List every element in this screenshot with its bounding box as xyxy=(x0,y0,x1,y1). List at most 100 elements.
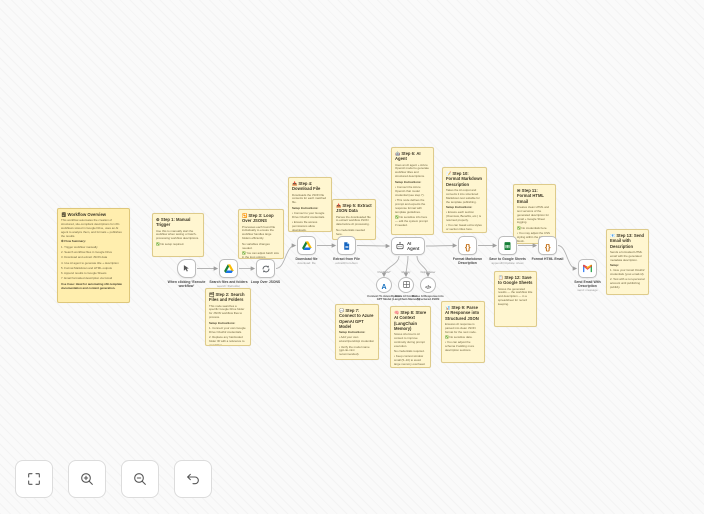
sticky-text-line: • Connect to your Google Drive OAuth2 cr… xyxy=(292,210,325,219)
sticky-text-line: • Ensure file access permissions allow d… xyxy=(292,220,318,232)
sticky-text-line: 7. Email formatted description via Gmail xyxy=(61,276,113,281)
node-box xyxy=(498,236,517,255)
subnode-azure-model[interactable]: A Chat Model* Connect To AzureOpenAi GPT M… xyxy=(367,271,401,301)
sticky-text-line: • This node defines the prompt and expec… xyxy=(395,198,426,214)
node-sheets[interactable]: Save to Google Sheets appendOrUpdate: she… xyxy=(489,236,526,264)
output-parser-icon: </> xyxy=(425,285,431,291)
google-sheets-icon xyxy=(503,241,512,251)
sticky-note-step9[interactable]: 📊 Step 9: Parse AI Response into Structu… xyxy=(441,301,485,363)
gmail-icon xyxy=(582,264,593,273)
subnode-circle xyxy=(398,277,414,293)
subnode-memory[interactable]: Memory Store AI Context (LangChain Memory… xyxy=(392,271,420,301)
canvas-toolbar xyxy=(15,460,212,498)
sticky-note-step3[interactable]: 🔁 Step 3: Loop Over JSONS Processes each … xyxy=(238,209,284,259)
sticky-title: 📥 Step 4: Download File xyxy=(292,181,321,192)
sticky-title: 🗂 Step 2: Search Files and Folders xyxy=(209,292,245,303)
sticky-text-line: • You can tweak extra styles or section … xyxy=(446,223,482,232)
zoom-in-icon xyxy=(81,473,93,485)
node-subtitle: send: message xyxy=(577,287,598,292)
sticky-text-line: Takes the AI output and converts it into… xyxy=(446,187,480,204)
workflow-canvas[interactable]: 🗒 Workflow Overview This workflow automat… xyxy=(0,0,704,514)
node-label: Loop Over JSONS xyxy=(250,280,281,284)
node-trigger[interactable]: When clicking ‘Execute workflow’ xyxy=(168,259,205,288)
sticky-note-step7[interactable]: 💬 Step 7: Connect to Azure OpenAI GPT Mo… xyxy=(335,304,379,360)
sticky-note-step2[interactable]: 🗂 Step 2: Search Files and Folders This n… xyxy=(205,288,251,346)
code-braces-icon: {} xyxy=(544,242,551,252)
node-label: Format Markdown Description xyxy=(452,257,483,266)
subnode-circle: A xyxy=(376,277,392,293)
sticky-text-line: Stores the generated results — the workf… xyxy=(498,286,533,307)
sticky-title: 🔁 Step 3: Loop Over JSONS xyxy=(242,213,274,224)
memory-icon xyxy=(402,276,411,294)
sticky-note-step13[interactable]: 📧 Step 13: Send Email with Description Se… xyxy=(606,229,649,295)
sticky-text-line: Ensures AI response is parsed into clean… xyxy=(445,321,477,334)
node-box: {} xyxy=(458,236,477,255)
node-label: When clicking ‘Execute workflow’ xyxy=(167,280,206,289)
zoom-out-icon xyxy=(134,473,146,485)
sticky-title: 📤 Step 5: Extract JSON Data xyxy=(336,203,372,214)
zoom-out-button[interactable] xyxy=(121,460,159,498)
sticky-note-step4[interactable]: 📥 Step 4: Download File Downloads the JSO… xyxy=(288,177,332,232)
node-label: Download file download: file xyxy=(286,257,328,265)
sticky-title: 📝 Step 10: Format Markdown Description xyxy=(446,171,483,187)
sticky-note-step5[interactable]: 📤 Step 5: Extract JSON Data Parses the do… xyxy=(332,199,376,240)
sticky-text-line: Sends a formatted HTML email with the ge… xyxy=(610,249,643,262)
undo-arrow-icon xyxy=(187,473,199,485)
subnode-circle: </> xyxy=(420,277,436,293)
node-gmail[interactable]: Send Email With Description send: message xyxy=(574,259,601,291)
node-label: Extract from File extractFromJson xyxy=(326,257,368,265)
sticky-text-line: 1. Give your Gmail OAuth2 credentials (y… xyxy=(610,268,645,277)
zoom-to-fit-button[interactable] xyxy=(15,460,53,498)
node-subtitle: download: file xyxy=(297,260,316,265)
sticky-text-line: 4. Use AI agent to generate title + desc… xyxy=(61,260,119,265)
sticky-text-line: • Verify the model name (gpt-4o-mini rec… xyxy=(339,344,370,357)
sticky-note-step6[interactable]: 🤖 Step 6: AI Agent Uses an AI agent + Azu… xyxy=(391,147,434,235)
node-html[interactable]: {} Format HTML Email xyxy=(532,236,563,261)
sticky-title: 📋 Step 12: Save to Google Sheets xyxy=(498,275,533,286)
node-download[interactable]: Download file download: file xyxy=(295,236,318,264)
node-box xyxy=(219,259,238,278)
sticky-text-line: Stores short-term AI context to improve … xyxy=(394,332,425,348)
sticky-note-overview[interactable]: 🗒 Workflow Overview This workflow automat… xyxy=(57,208,130,303)
sticky-note-step10[interactable]: 📝 Step 10: Format Markdown Description Ta… xyxy=(442,167,487,233)
sticky-title: 🧠 Step 8: Store AI Context (LangChain Me… xyxy=(394,310,427,331)
sticky-text-line: Setup Instructions: xyxy=(292,205,319,210)
sticky-text-line: • You can adjust the schema if adding mo… xyxy=(445,340,475,353)
sticky-title: 💬 Step 7: Connect to Azure OpenAI GPT Mo… xyxy=(339,308,374,329)
node-search[interactable]: Search files and folders search: fileFold… xyxy=(209,259,248,287)
sticky-text-line: 2. Test with a non-personal account unti… xyxy=(610,277,645,290)
node-loop[interactable]: Loop Over JSONS xyxy=(251,259,280,284)
node-box: AI Agent xyxy=(391,237,425,255)
subnode-output-parser[interactable]: </> Output Parser Parse AI Response into S… xyxy=(412,271,443,301)
robot-icon xyxy=(395,241,405,251)
sticky-text-line: 1. Connect your own Google Drive OAuth2 … xyxy=(209,325,246,334)
sticky-text-line: ✅ No setup required. xyxy=(156,241,185,246)
sticky-note-step8[interactable]: 🧠 Step 8: Store AI Context (LangChain Me… xyxy=(390,306,431,368)
sticky-text-line: 3. Download and extract JSON data xyxy=(61,255,108,260)
sticky-text-line: No variables changes needed. xyxy=(242,241,270,250)
node-label: Send Email With Description send: message xyxy=(567,280,609,292)
node-label: Save to Google Sheets appendOrUpdate: she… xyxy=(487,257,529,265)
sticky-text-line: ⚙ Flow Summary: xyxy=(61,239,86,244)
sticky-title: 📊 Step 9: Parse AI Response into Structu… xyxy=(445,305,480,321)
node-box xyxy=(578,259,597,278)
sticky-text-line: This node searches a specific Google Dri… xyxy=(209,303,245,320)
node-markdown[interactable]: {} Format Markdown Description xyxy=(453,236,482,265)
subnode-label: Parse AI Response into Structured JSON xyxy=(412,294,444,302)
sticky-note-step11[interactable]: ✉ Step 11: Format HTML Email Creates clea… xyxy=(513,184,556,244)
sticky-title: ⚙ Step 1: Manual Trigger xyxy=(156,217,191,228)
node-box xyxy=(177,259,196,278)
reset-zoom-button[interactable] xyxy=(174,460,212,498)
loop-icon xyxy=(261,264,271,274)
sticky-text-line: Use Case: Ideal for automating n8n templ… xyxy=(61,281,123,290)
node-box xyxy=(256,259,275,278)
zoom-in-button[interactable] xyxy=(68,460,106,498)
node-agent[interactable]: AI Agent xyxy=(391,237,425,255)
sticky-title: 🤖 Step 6: AI Agent xyxy=(395,151,421,162)
code-braces-icon: {} xyxy=(464,242,471,252)
node-extract[interactable]: Extract from File extractFromJson xyxy=(333,236,360,264)
sticky-text-line: 2. Replace any hardcoded folder ID with … xyxy=(209,335,245,346)
sticky-note-step12[interactable]: 📋 Step 12: Save to Google Sheets Stores t… xyxy=(494,271,537,327)
sticky-text-line: 1. Trigger workflow manually xyxy=(61,244,98,249)
sticky-note-step1[interactable]: ⚙ Step 1: Manual Trigger Use this to manu… xyxy=(152,213,204,257)
